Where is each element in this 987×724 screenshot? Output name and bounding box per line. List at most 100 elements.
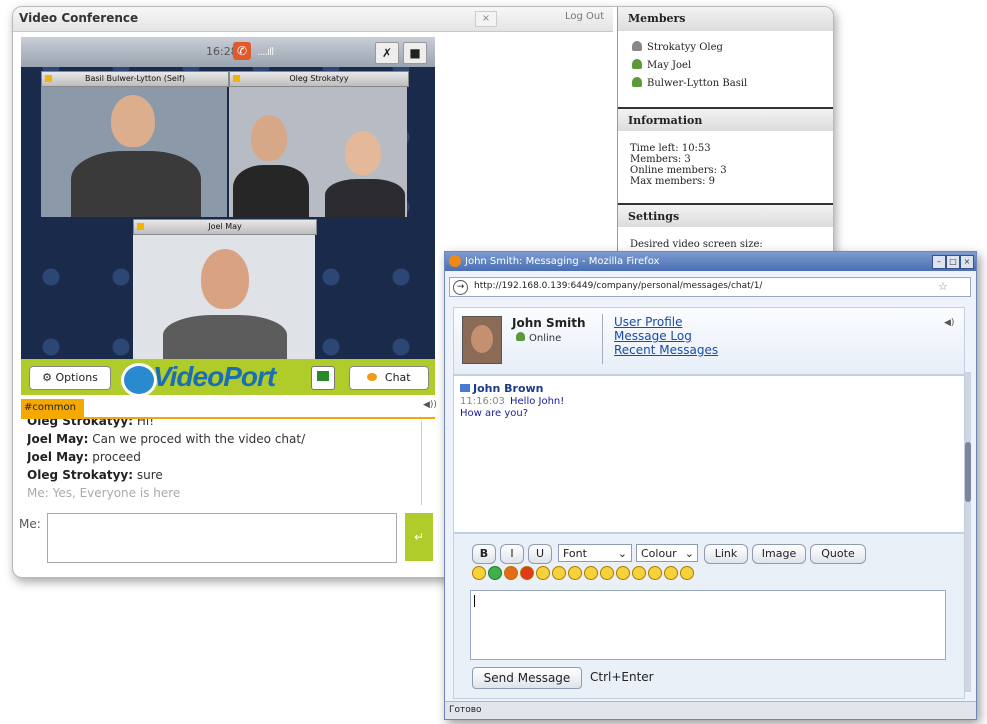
message-log-link[interactable]: Message Log (614, 329, 718, 343)
chat-line: Oleg Strokatyy: Hi! (27, 419, 155, 428)
cool-icon[interactable] (616, 566, 630, 580)
status-dot (233, 75, 240, 82)
angry-icon[interactable] (632, 566, 646, 580)
italic-button[interactable]: I (500, 544, 524, 564)
surprised-icon[interactable] (568, 566, 582, 580)
member-item[interactable]: May Joel (632, 59, 691, 71)
laugh-icon[interactable] (664, 566, 678, 580)
screen-share-button[interactable] (311, 366, 335, 390)
member-item[interactable]: Bulwer-Lytton Basil (632, 77, 747, 89)
font-select[interactable]: Font ⌄ (558, 544, 632, 562)
window-header: Video Conference × Log Out (13, 7, 613, 32)
video-feed-oleg (229, 87, 407, 217)
firefox-titlebar: John Smith: Messaging - Mozilla Firefox … (445, 252, 976, 271)
user-profile-link[interactable]: User Profile (614, 315, 718, 329)
user-icon (632, 59, 642, 69)
mute-mic-icon[interactable]: ✗ (375, 42, 399, 64)
contact-status: Online (516, 332, 561, 344)
chevron-down-icon: ⌄ (617, 547, 627, 560)
status-text: Готово (449, 705, 482, 715)
signal-strength: ....ıll (257, 45, 274, 58)
sound-icon[interactable]: ◀) (944, 318, 954, 328)
chat-line: Joel May: Can we proced with the video c… (27, 432, 306, 446)
bold-button[interactable]: B (472, 544, 496, 564)
chat-line: Joel May: proceed (27, 450, 141, 464)
logout-link[interactable]: Log Out (565, 11, 604, 22)
link-button[interactable]: Link (704, 544, 748, 564)
tongue-icon[interactable] (600, 566, 614, 580)
options-button[interactable]: ⚙ Options (29, 366, 111, 390)
question-icon[interactable] (504, 566, 518, 580)
video-stage: 16:28 ✆ ....ıll ✗ ■ Basil Bulwer-Lytton … (21, 37, 435, 359)
info-line: Members: 3 (630, 154, 691, 165)
chat-scrollbar[interactable] (421, 421, 432, 505)
chevron-down-icon: ⌄ (684, 547, 694, 560)
contact-profile-panel: John Smith Online User Profile Message L… (453, 307, 965, 375)
star-icon[interactable]: ☆ (938, 280, 948, 293)
firefox-icon (449, 255, 461, 267)
close-icon[interactable]: × (960, 255, 974, 269)
chat-line: Me: Yes, Everyone is here (27, 486, 181, 500)
go-arrow-icon[interactable]: → (453, 280, 468, 295)
wink-icon[interactable] (584, 566, 598, 580)
user-online-icon (516, 332, 525, 341)
video-control-bar: ⚙ Options VideoPort Chat (21, 359, 435, 397)
happy-icon[interactable] (680, 566, 694, 580)
chat-bubble-icon (367, 373, 378, 381)
chat-button[interactable]: Chat (349, 366, 429, 390)
user-icon (632, 41, 642, 51)
confused-icon[interactable] (648, 566, 662, 580)
status-dot (45, 75, 52, 82)
contact-name: John Smith (512, 316, 586, 330)
settings-text: Desired video screen size: (630, 239, 763, 250)
message-time: 11:16:03 (460, 396, 505, 407)
message-icon (460, 384, 470, 392)
videoport-logo: VideoPort (153, 361, 276, 392)
video-topbar: 16:28 ✆ ....ıll ✗ ■ (21, 37, 435, 67)
window-scrollbar[interactable] (965, 372, 971, 692)
window-title: Video Conference (19, 11, 139, 25)
minimize-icon[interactable]: – (932, 255, 946, 269)
me-label: Me: (19, 517, 41, 531)
members-header: Members (618, 7, 833, 31)
sad-icon[interactable] (552, 566, 566, 580)
chat-message-input[interactable] (47, 513, 397, 563)
message-editor: B I U Font ⌄ Colour ⌄ Link Image Quote S… (453, 533, 965, 699)
info-line: Max members: 9 (630, 176, 716, 187)
avatar (462, 316, 502, 364)
sound-icon[interactable]: ◀)) (423, 400, 437, 410)
smile-icon[interactable] (472, 566, 486, 580)
send-message-button[interactable]: Send Message (472, 667, 582, 689)
message-author: John Brown (460, 382, 544, 395)
send-chat-button[interactable]: ↵ (405, 513, 433, 561)
information-header: Information (618, 107, 833, 131)
exclamation-icon[interactable] (520, 566, 534, 580)
video-feed-joel (133, 235, 315, 359)
maximize-icon[interactable]: □ (946, 255, 960, 269)
participant-label-joel: Joel May (133, 219, 317, 235)
underline-button[interactable]: U (528, 544, 552, 564)
recent-messages-link[interactable]: Recent Messages (614, 343, 718, 357)
close-button[interactable]: × (475, 11, 497, 27)
colour-select[interactable]: Colour ⌄ (636, 544, 698, 562)
quote-button[interactable]: Quote (810, 544, 866, 564)
thumbs-up-icon[interactable] (488, 566, 502, 580)
gear-icon: ⚙ (42, 371, 52, 384)
info-line: Online members: 3 (630, 165, 727, 176)
status-dot (137, 223, 144, 230)
camera-off-icon[interactable]: ■ (403, 42, 427, 64)
profile-links: User Profile Message Log Recent Messages (614, 315, 718, 357)
member-item[interactable]: Strokatyy Oleg (632, 41, 723, 53)
chat-line: Oleg Strokatyy: sure (27, 468, 163, 482)
message-text: How are you? (460, 408, 529, 419)
url-text[interactable]: http://192.168.0.139:6449/company/person… (474, 281, 762, 291)
message-text: Hello John! (510, 396, 565, 407)
channel-tab-common[interactable]: #common (21, 399, 84, 417)
phone-icon[interactable]: ✆ (233, 42, 251, 60)
status-bar: Готово (445, 701, 976, 719)
message-input[interactable] (470, 590, 946, 660)
address-bar[interactable]: → http://192.168.0.139:6449/company/pers… (449, 277, 971, 297)
settings-header: Settings (618, 203, 833, 227)
image-button[interactable]: Image (752, 544, 806, 564)
grin-icon[interactable] (536, 566, 550, 580)
